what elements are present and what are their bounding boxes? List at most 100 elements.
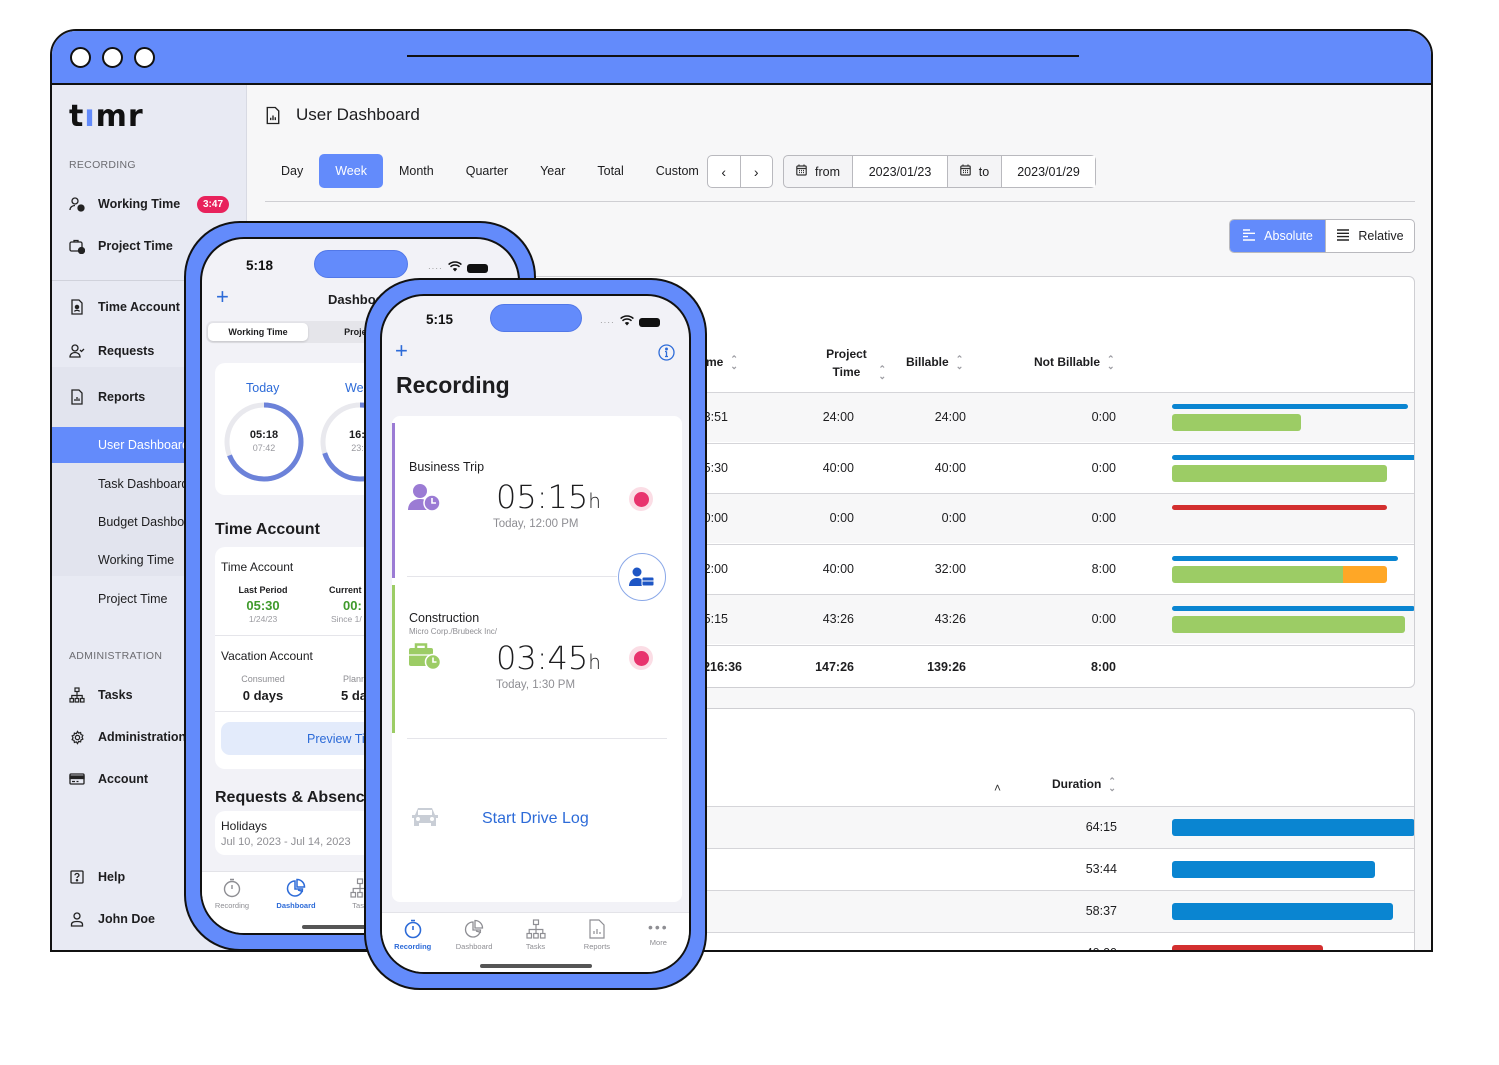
absolute-view-button[interactable]: Absolute bbox=[1230, 220, 1325, 252]
period-tabs: Day Week Month Quarter Year Total Custom bbox=[265, 154, 715, 188]
duration-bar bbox=[1172, 945, 1323, 950]
tab-recording[interactable]: Recording bbox=[382, 913, 443, 972]
timr-logo[interactable]: tımr bbox=[69, 99, 144, 134]
home-indicator bbox=[480, 964, 592, 968]
tab-more[interactable]: ••• More bbox=[628, 913, 689, 972]
switch-activity-button[interactable] bbox=[618, 553, 666, 601]
from-date-field[interactable]: 2023/01/23 bbox=[852, 156, 948, 187]
period-tab-year[interactable]: Year bbox=[524, 154, 581, 188]
sort-icon: ⌃ ⌄ bbox=[730, 353, 738, 371]
duration-bar bbox=[1172, 861, 1375, 878]
working-time-bar bbox=[1172, 454, 1414, 460]
sort-icon: ⌃ ⌄ bbox=[1108, 775, 1116, 793]
billable-bar bbox=[1172, 414, 1301, 431]
segment-working-time[interactable]: Working Time bbox=[208, 323, 308, 341]
entry-accent bbox=[392, 585, 395, 733]
today-label: Today bbox=[246, 381, 280, 395]
period-tab-day[interactable]: Day bbox=[265, 154, 319, 188]
section-label-recording: RECORDING bbox=[69, 159, 136, 171]
date-range-picker: from 2023/01/23 to 2023/01/29 bbox=[783, 155, 1096, 188]
battery-icon bbox=[638, 317, 660, 327]
document-chart-icon bbox=[589, 919, 605, 939]
user-clock-icon bbox=[408, 483, 442, 516]
chevron-left-icon: ‹ bbox=[721, 163, 727, 180]
window-maximize-button[interactable] bbox=[134, 47, 155, 68]
dynamic-island bbox=[314, 250, 408, 278]
column-header-not-billable[interactable]: Not Billable ⌃ ⌄ bbox=[1034, 353, 1115, 371]
sort-ascending-icon[interactable]: ˄ bbox=[994, 779, 1001, 797]
section-label-administration: ADMINISTRATION bbox=[69, 650, 163, 662]
period-navigation: ‹ › bbox=[707, 155, 773, 188]
to-date-field[interactable]: 2023/01/29 bbox=[1001, 156, 1095, 187]
working-time-bar bbox=[1172, 606, 1414, 611]
entry-title: Business Trip bbox=[409, 460, 485, 474]
period-tab-custom[interactable]: Custom bbox=[640, 154, 715, 188]
period-tab-total[interactable]: Total bbox=[581, 154, 639, 188]
previous-period-button[interactable]: ‹ bbox=[708, 156, 740, 187]
address-bar[interactable] bbox=[407, 55, 1079, 57]
start-drive-log-button[interactable]: Start Drive Log bbox=[482, 810, 589, 828]
sort-icon: ⌃ ⌄ bbox=[1107, 353, 1115, 371]
current-value: 00: bbox=[343, 598, 362, 613]
recording-card: Business Trip 05:15h Today, 12:00 PM Con… bbox=[392, 416, 682, 902]
battery-icon bbox=[466, 263, 488, 273]
today-value: 05:18 bbox=[249, 429, 279, 441]
entry-start: Today, 12:00 PM bbox=[493, 518, 579, 530]
info-icon[interactable] bbox=[658, 344, 675, 366]
view-toggle: Absolute Relative bbox=[1229, 219, 1415, 253]
entry-duration: 03:45h bbox=[496, 639, 601, 677]
calendar-icon bbox=[959, 164, 971, 179]
sort-icon: ⌃ ⌄ bbox=[955, 353, 964, 371]
working-time-bar bbox=[1172, 555, 1398, 561]
window-close-button[interactable] bbox=[70, 47, 91, 68]
sidebar-item-working-time[interactable]: Working Time 3:47 bbox=[52, 186, 247, 222]
signal-icon: ···· bbox=[600, 317, 615, 327]
to-date-button[interactable]: to bbox=[948, 156, 1001, 187]
pie-chart-icon bbox=[286, 878, 306, 897]
record-dot-icon bbox=[633, 650, 649, 666]
document-chart-icon bbox=[69, 389, 85, 405]
stop-recording-button[interactable] bbox=[629, 646, 653, 670]
column-header-working-time[interactable]: me ⌃ ⌄ bbox=[706, 353, 738, 371]
working-time-bar bbox=[1172, 404, 1408, 409]
relative-view-button[interactable]: Relative bbox=[1325, 220, 1414, 252]
add-entry-button[interactable]: + bbox=[395, 338, 408, 364]
column-header-duration[interactable]: Duration ⌃ ⌄ bbox=[1052, 775, 1116, 793]
hierarchy-icon bbox=[69, 687, 85, 703]
period-tab-week[interactable]: Week bbox=[319, 154, 383, 188]
calendar-icon bbox=[796, 164, 807, 179]
entry-accent bbox=[392, 423, 395, 578]
signal-icon: ···· bbox=[428, 263, 443, 273]
period-tab-quarter[interactable]: Quarter bbox=[450, 154, 524, 188]
vacation-consumed: 0 days bbox=[242, 688, 284, 703]
credit-card-icon bbox=[69, 771, 85, 787]
document-chart-icon bbox=[265, 106, 281, 130]
help-icon bbox=[69, 869, 85, 885]
entry-subtitle: Micro Corp./Brubeck Inc/ bbox=[409, 627, 498, 636]
next-period-button[interactable]: › bbox=[739, 156, 773, 187]
from-date-button[interactable]: from bbox=[784, 156, 852, 187]
stopwatch-icon bbox=[223, 878, 241, 898]
car-icon bbox=[409, 806, 441, 835]
status-icons: ···· bbox=[428, 259, 488, 277]
requests-heading: Requests & Absenc bbox=[215, 789, 365, 806]
working-time-badge: 3:47 bbox=[196, 195, 229, 213]
entry-title: Construction bbox=[409, 611, 480, 625]
tab-recording[interactable]: Recording bbox=[202, 872, 262, 933]
stop-recording-button[interactable] bbox=[629, 487, 653, 511]
period-tab-month[interactable]: Month bbox=[383, 154, 450, 188]
column-header-billable[interactable]: Billable ⌃ ⌄ bbox=[906, 353, 963, 371]
divider bbox=[265, 201, 1415, 202]
working-time-bar bbox=[1172, 505, 1387, 510]
user-briefcase-icon bbox=[629, 567, 655, 587]
column-header-project-time[interactable]: Project Time ⌃ ⌄ bbox=[796, 345, 886, 381]
phone-recording: 5:15 ···· + Recording Business Trip 05:1… bbox=[364, 278, 707, 990]
duration-bar bbox=[1172, 903, 1394, 920]
today-target: 07:42 bbox=[252, 443, 276, 453]
duration-bar bbox=[1172, 819, 1414, 836]
add-button[interactable]: + bbox=[216, 284, 229, 310]
window-minimize-button[interactable] bbox=[102, 47, 123, 68]
vacation-account-title: Vacation Account bbox=[221, 649, 313, 663]
ellipsis-icon: ••• bbox=[647, 919, 669, 935]
gear-icon bbox=[69, 729, 85, 745]
